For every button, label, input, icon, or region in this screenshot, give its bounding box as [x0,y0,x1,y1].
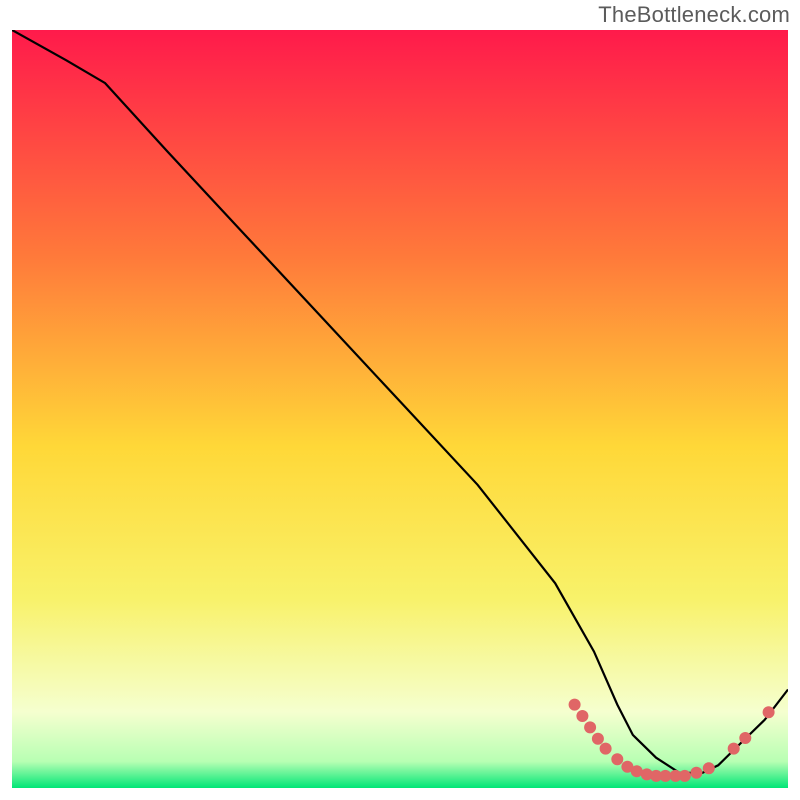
chart-marker-dot [728,743,740,755]
chart-marker-dot [576,710,588,722]
chart-marker-dot [679,770,691,782]
watermark-text: TheBottleneck.com [598,2,790,28]
chart-marker-dot [690,767,702,779]
chart-marker-dot [611,753,623,765]
chart-marker-dot [763,706,775,718]
chart-plot [12,30,788,788]
chart-marker-dot [600,743,612,755]
chart-marker-dot [569,699,581,711]
chart-marker-dot [584,721,596,733]
chart-marker-dot [703,762,715,774]
chart-svg [12,30,788,788]
chart-background [12,30,788,788]
chart-marker-dot [631,765,643,777]
chart-marker-dot [739,732,751,744]
chart-frame: TheBottleneck.com [0,0,800,800]
chart-marker-dot [592,733,604,745]
